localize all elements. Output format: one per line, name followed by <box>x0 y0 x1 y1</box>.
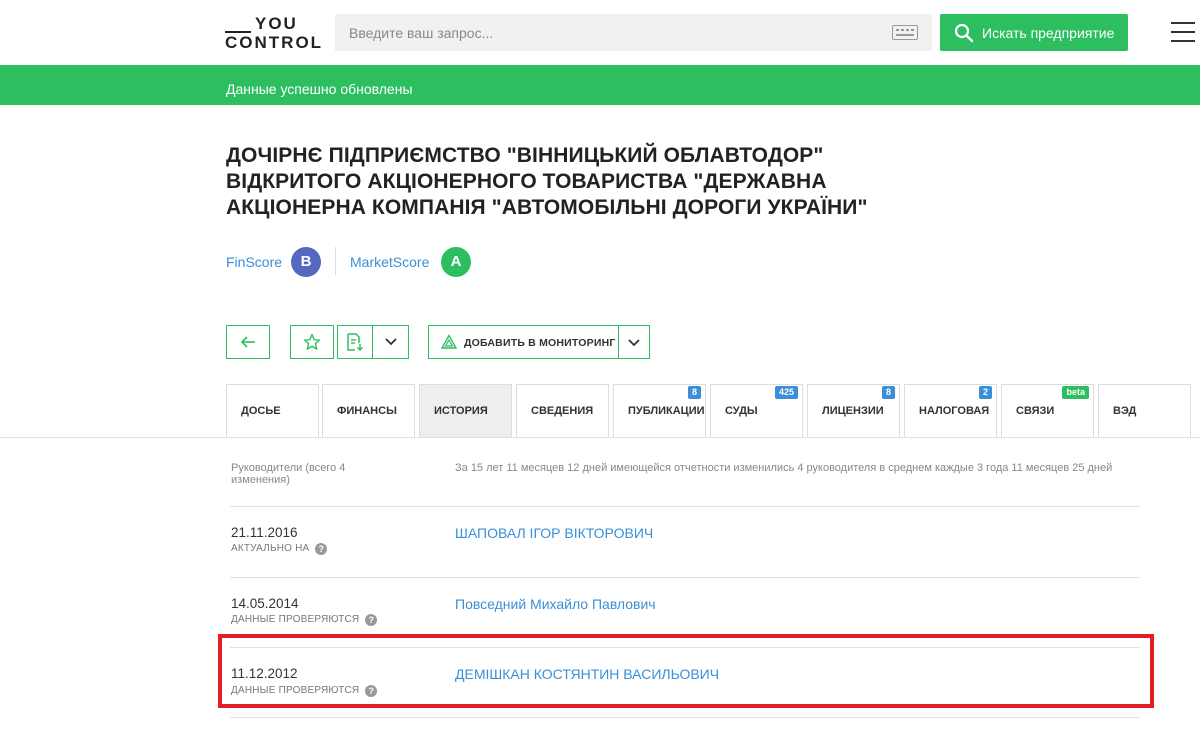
tab-label: ПУБЛИКАЦИИ <box>628 405 705 417</box>
monitoring-separator <box>618 326 619 358</box>
search-button-label: Искать предприятие <box>982 24 1115 41</box>
history-section-label: Руководители (всего 4 изменения) <box>231 462 346 486</box>
tab-foreign-trade[interactable]: ВЭД <box>1098 384 1191 437</box>
tab-licenses[interactable]: 8 ЛИЦЕНЗИИ <box>807 384 900 437</box>
chevron-down-icon <box>384 338 397 346</box>
success-notification: Данные успешно обновлены <box>0 65 1200 105</box>
tab-label: ФИНАНСЫ <box>337 405 397 417</box>
search-icon <box>954 23 974 43</box>
tab-label: ИСТОРИЯ <box>434 405 488 417</box>
row-status: АКТУАЛЬНО НА? <box>231 543 328 555</box>
tab-dossier[interactable]: ДОСЬЕ <box>226 384 319 437</box>
tab-label: СУДЫ <box>725 405 758 417</box>
tab-label: ЛИЦЕНЗИИ <box>822 405 884 417</box>
tab-label: СВЕДЕНИЯ <box>531 405 594 417</box>
director-link[interactable]: Повседний Михайло Павлович <box>455 596 656 612</box>
row-divider <box>230 506 1140 507</box>
logo-text-top: YOU <box>255 14 298 33</box>
row-status-text: АКТУАЛЬНО НА <box>231 543 310 554</box>
top-header: YOU CONTROL Искать предприятие <box>0 0 1200 65</box>
hamburger-menu-icon[interactable] <box>1171 22 1195 42</box>
row-divider <box>230 577 1140 578</box>
tab-publications[interactable]: 8 ПУБЛИКАЦИИ <box>613 384 706 437</box>
tab-label: НАЛОГОВАЯ <box>919 405 990 417</box>
add-to-monitoring-button[interactable]: ДОБАВИТЬ В МОНИТОРИНГ <box>428 325 650 359</box>
tab-courts[interactable]: 425 СУДЫ <box>710 384 803 437</box>
tab-label: ВЭД <box>1113 405 1137 417</box>
search-button[interactable]: Искать предприятие <box>940 14 1128 51</box>
document-download-icon <box>347 333 364 352</box>
tab-tax[interactable]: 2 НАЛОГОВАЯ <box>904 384 997 437</box>
marketscore-badge[interactable]: A <box>441 247 471 277</box>
row-divider <box>230 717 1140 718</box>
monitoring-icon <box>441 334 457 349</box>
favorite-button[interactable] <box>290 325 334 359</box>
tab-finance[interactable]: ФИНАНСЫ <box>322 384 415 437</box>
row-date: 21.11.2016 <box>231 525 298 540</box>
beta-badge: beta <box>1062 386 1089 399</box>
director-link[interactable]: ШАПОВАЛ ІГОР ВІКТОРОВИЧ <box>455 525 653 541</box>
tab-connections[interactable]: beta СВЯЗИ <box>1001 384 1094 437</box>
highlight-frame <box>218 634 1154 708</box>
search-bar <box>335 14 932 51</box>
tab-info[interactable]: СВЕДЕНИЯ <box>516 384 609 437</box>
search-input[interactable] <box>335 14 875 51</box>
help-icon[interactable]: ? <box>315 543 328 555</box>
youcontrol-logo[interactable]: YOU CONTROL <box>225 14 323 52</box>
back-button[interactable] <box>226 325 270 359</box>
count-badge: 8 <box>687 386 701 399</box>
row-status-text: ДАННЫЕ ПРОВЕРЯЮТСЯ <box>231 614 360 625</box>
tab-label: СВЯЗИ <box>1016 405 1055 417</box>
monitoring-label: ДОБАВИТЬ В МОНИТОРИНГ <box>464 337 616 349</box>
export-button[interactable] <box>337 325 373 359</box>
chevron-down-icon[interactable] <box>628 339 640 347</box>
export-dropdown-button[interactable] <box>372 325 409 359</box>
help-icon[interactable]: ? <box>365 614 378 626</box>
notification-text: Данные успешно обновлены <box>226 81 413 97</box>
star-icon <box>303 333 321 350</box>
count-badge: 425 <box>774 386 798 399</box>
history-summary: За 15 лет 11 месяцев 12 дней имеющейся о… <box>455 462 1113 474</box>
keyboard-icon[interactable] <box>892 25 918 40</box>
tabs-baseline <box>0 437 1200 438</box>
finscore-badge[interactable]: B <box>291 247 321 277</box>
count-badge: 8 <box>881 386 895 399</box>
tab-history[interactable]: ИСТОРИЯ <box>419 384 512 437</box>
score-divider <box>335 247 336 275</box>
marketscore-link[interactable]: MarketScore <box>350 254 429 270</box>
tab-label: ДОСЬЕ <box>241 405 281 417</box>
row-status: ДАННЫЕ ПРОВЕРЯЮТСЯ? <box>231 614 378 626</box>
company-title: ДОЧІРНЄ ПІДПРИЄМСТВО "ВІННИЦЬКИЙ ОБЛАВТО… <box>226 144 868 219</box>
arrow-left-icon <box>240 336 255 348</box>
finscore-link[interactable]: FinScore <box>226 254 282 270</box>
count-badge: 2 <box>978 386 992 399</box>
logo-text-bottom: CONTROL <box>225 33 324 52</box>
row-date: 14.05.2014 <box>231 596 299 611</box>
